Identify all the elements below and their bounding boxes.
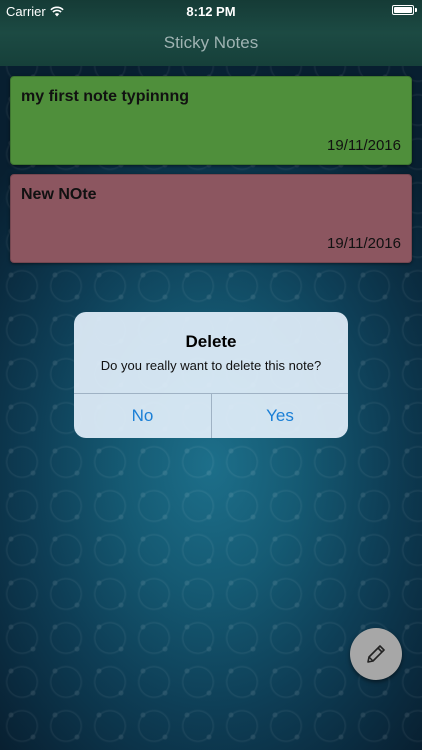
status-time: 8:12 PM xyxy=(186,4,236,19)
alert-title: Delete xyxy=(185,332,237,351)
page-title: Sticky Notes xyxy=(163,33,259,52)
delete-alert-dialog: Delete Do you really want to delete this… xyxy=(74,312,348,438)
note-date: 19/11/2016 xyxy=(327,137,401,154)
status-bar: Carrier 8:12 PM xyxy=(0,0,422,22)
battery-icon xyxy=(392,5,417,15)
yes-button[interactable]: Yes xyxy=(212,394,348,438)
note-card[interactable]: New NOte 19/11/2016 xyxy=(10,174,412,263)
top-bar: Carrier 8:12 PM Sticky Notes xyxy=(0,0,422,66)
note-text: my first note typinnng xyxy=(21,88,189,105)
alert-message: Do you really want to delete this note? xyxy=(100,358,322,373)
battery-level xyxy=(394,7,412,13)
new-note-button[interactable] xyxy=(350,628,402,680)
note-card[interactable]: my first note typinnng 19/11/2016 xyxy=(10,76,412,165)
no-button[interactable]: No xyxy=(74,394,211,438)
note-text: New NOte xyxy=(21,186,97,203)
pencil-icon xyxy=(367,645,385,663)
note-date: 19/11/2016 xyxy=(327,235,401,252)
